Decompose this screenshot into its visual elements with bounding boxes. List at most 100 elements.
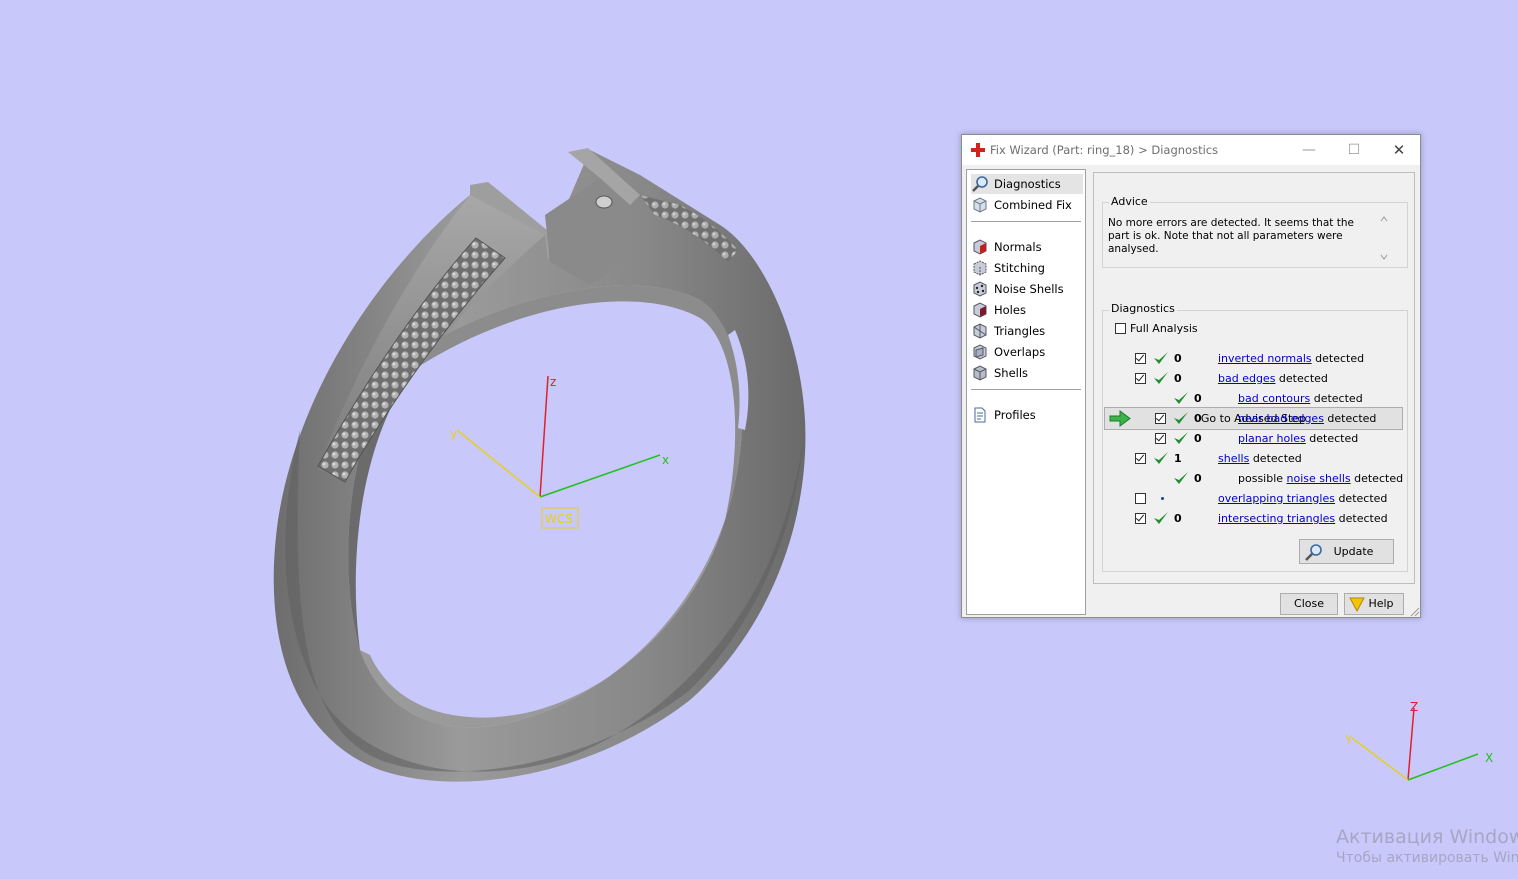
bad-edges-count: 0	[1174, 372, 1182, 385]
check-mark-icon	[1174, 412, 1188, 424]
x-axis-label: x	[662, 453, 669, 467]
advice-scrollbar[interactable]	[1377, 213, 1391, 263]
ring-model[interactable]	[273, 148, 806, 782]
minimize-button[interactable]: —	[1294, 139, 1324, 161]
near-bad-edges-row: near bad edges detected	[1238, 412, 1376, 425]
help-funnel-icon	[1349, 597, 1365, 612]
inverted-normals-row: inverted normals detected	[1218, 352, 1364, 365]
near-bad-edges-link[interactable]: near bad edges	[1238, 412, 1324, 425]
maximize-button[interactable]: ☐	[1339, 139, 1369, 161]
planar-holes-count: 0	[1194, 432, 1202, 445]
help-button[interactable]: Help	[1344, 593, 1404, 615]
document-icon	[974, 407, 986, 423]
resize-grip-icon[interactable]	[1410, 607, 1420, 617]
row-suffix: detected	[1249, 452, 1302, 465]
wcs-label: WCS	[545, 512, 573, 526]
watermark-line2: Чтобы активировать Wind	[1336, 850, 1518, 866]
nav-divider	[971, 221, 1081, 222]
update-button[interactable]: Update	[1299, 539, 1394, 564]
advice-text: No more errors are detected. It seems th…	[1108, 217, 1354, 255]
red-cross-icon	[971, 143, 985, 157]
corner-y-label: Y	[1344, 733, 1353, 747]
stitching-cube-icon	[973, 260, 987, 276]
check-mark-icon	[1154, 352, 1168, 364]
row-suffix: detected	[1310, 392, 1363, 405]
bad-edges-checkbox[interactable]	[1135, 373, 1146, 384]
full-analysis-label: Full Analysis	[1130, 322, 1198, 335]
intersecting-triangles-count: 0	[1174, 512, 1182, 525]
bad-edges-link[interactable]: bad edges	[1218, 372, 1275, 385]
nav-item-normals[interactable]: Normals	[971, 237, 1083, 257]
advice-group-title: Advice	[1109, 195, 1150, 208]
check-mark-icon	[1174, 472, 1188, 484]
nav-item-shells[interactable]: Shells	[971, 363, 1083, 383]
holes-cube-icon	[973, 302, 987, 318]
noise-shells-link[interactable]: noise shells	[1287, 472, 1351, 485]
shells-checkbox[interactable]	[1135, 453, 1146, 464]
row-suffix: detected	[1335, 512, 1388, 525]
shells-link[interactable]: shells	[1218, 452, 1249, 465]
intersecting-triangles-checkbox[interactable]	[1135, 513, 1146, 524]
nav-label-diagnostics: Diagnostics	[994, 177, 1061, 191]
z-axis-label: z	[550, 375, 556, 389]
overlapping-triangles-row: overlapping triangles detected	[1218, 492, 1387, 505]
nav-divider	[971, 389, 1081, 390]
y-axis-label: y	[450, 427, 457, 441]
nav-label-holes: Holes	[994, 303, 1026, 317]
close-window-button[interactable]: ✕	[1384, 139, 1414, 161]
check-mark-icon	[1174, 392, 1188, 404]
planar-holes-link[interactable]: planar holes	[1238, 432, 1306, 445]
nav-label-stitching: Stitching	[994, 261, 1045, 275]
title-bar[interactable]: Fix Wizard (Part: ring_18) > Diagnostics…	[962, 135, 1420, 165]
intersecting-triangles-link[interactable]: intersecting triangles	[1218, 512, 1335, 525]
nav-item-combined-fix[interactable]: Combined Fix	[971, 195, 1083, 215]
update-label: Update	[1333, 545, 1374, 558]
noise-shells-row: possible noise shells detected	[1238, 472, 1403, 485]
close-button[interactable]: Close	[1280, 593, 1338, 615]
inverted-normals-link[interactable]: inverted normals	[1218, 352, 1312, 365]
nav-label-triangles: Triangles	[994, 324, 1046, 338]
near-bad-edges-checkbox[interactable]	[1155, 413, 1166, 424]
overlapping-triangles-checkbox[interactable]	[1135, 493, 1146, 504]
bad-edges-row: bad edges detected	[1218, 372, 1328, 385]
nav-item-profiles[interactable]: Profiles	[971, 405, 1083, 425]
windows-activation-watermark: Активация Windows Чтобы активировать Win…	[1336, 826, 1518, 866]
nav-label-shells: Shells	[994, 366, 1029, 380]
overlapping-triangles-link[interactable]: overlapping triangles	[1218, 492, 1335, 505]
nav-item-overlaps[interactable]: Overlaps	[971, 342, 1083, 362]
intersecting-triangles-row: intersecting triangles detected	[1218, 512, 1388, 525]
corner-z-label: Z	[1410, 700, 1418, 714]
row-prefix: possible	[1238, 472, 1287, 485]
row-suffix: detected	[1323, 412, 1377, 425]
magnifier-icon	[972, 176, 988, 192]
close-label: Close	[1294, 597, 1324, 610]
row-suffix: detected	[1334, 492, 1388, 505]
overlaps-cube-icon	[973, 344, 987, 360]
nav-label-combined-fix: Combined Fix	[994, 198, 1072, 212]
nav-label-normals: Normals	[994, 240, 1042, 254]
diagnostics-group-title: Diagnostics	[1109, 302, 1177, 315]
wizard-nav: Diagnostics Combined Fix Normals Stitchi…	[966, 169, 1086, 615]
nav-item-diagnostics[interactable]: Diagnostics	[971, 174, 1083, 194]
check-mark-icon	[1154, 512, 1168, 524]
planar-holes-row: planar holes detected	[1238, 432, 1358, 445]
row-suffix: detected	[1350, 472, 1404, 485]
green-arrow-icon	[1109, 410, 1131, 427]
nav-item-noise-shells[interactable]: Noise Shells	[971, 279, 1083, 299]
nav-item-holes[interactable]: Holes	[971, 300, 1083, 320]
nav-label-overlaps: Overlaps	[994, 345, 1046, 359]
noise-shells-count: 0	[1194, 472, 1202, 485]
inverted-normals-checkbox[interactable]	[1135, 353, 1146, 364]
noise-shells-icon	[973, 281, 987, 297]
planar-holes-checkbox[interactable]	[1155, 433, 1166, 444]
fix-wizard-dialog: Fix Wizard (Part: ring_18) > Diagnostics…	[961, 134, 1421, 618]
nav-item-stitching[interactable]: Stitching	[971, 258, 1083, 278]
watermark-line1: Активация Windows	[1336, 826, 1518, 848]
bad-contours-link[interactable]: bad contours	[1238, 392, 1310, 405]
row-suffix: detected	[1275, 372, 1328, 385]
full-analysis-checkbox[interactable]	[1115, 323, 1126, 334]
nav-item-triangles[interactable]: Triangles	[971, 321, 1083, 341]
dialog-title: Fix Wizard (Part: ring_18) > Diagnostics	[990, 143, 1219, 157]
near-bad-edges-count: 0	[1194, 412, 1202, 425]
corner-x-label: X	[1485, 751, 1493, 765]
